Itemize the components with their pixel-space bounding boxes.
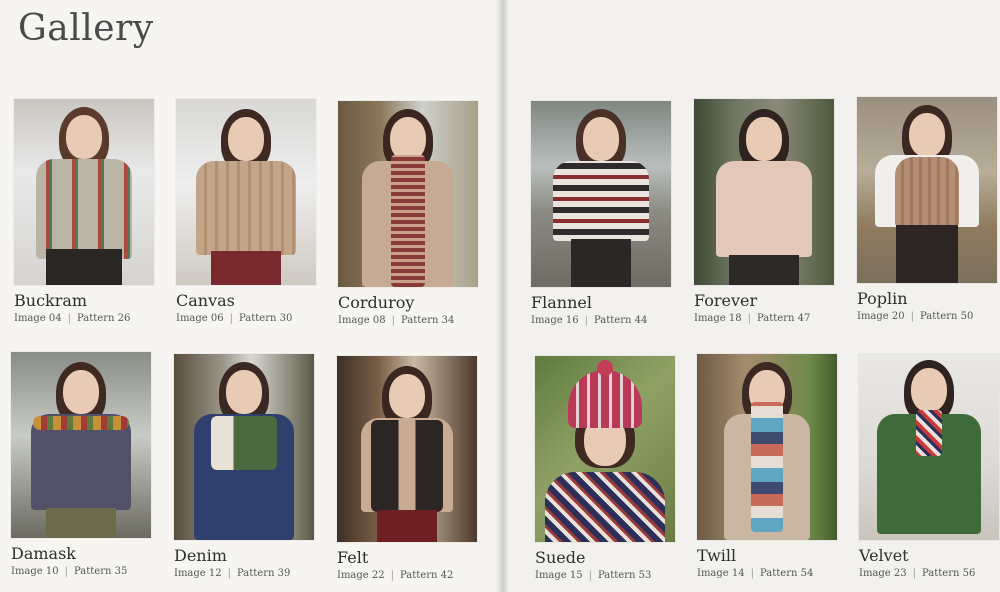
- separator: |: [64, 566, 68, 577]
- separator: |: [67, 313, 71, 324]
- gallery-photo[interactable]: [14, 99, 154, 285]
- separator: |: [747, 313, 751, 324]
- pattern-number: Pattern 42: [400, 570, 454, 581]
- pattern-meta: Image 16 | Pattern 44: [531, 315, 671, 326]
- pattern-number: Pattern 53: [598, 570, 652, 581]
- image-number: Image 16: [531, 315, 579, 326]
- gallery-card-buckram[interactable]: Buckram Image 04 | Pattern 26: [14, 99, 154, 324]
- gallery-card-velvet[interactable]: Velvet Image 23 | Pattern 56: [859, 354, 999, 579]
- separator: |: [588, 570, 592, 581]
- pattern-number: Pattern 30: [239, 313, 293, 324]
- pattern-number: Pattern 39: [237, 568, 291, 579]
- separator: |: [227, 568, 231, 579]
- gallery-card-canvas[interactable]: Canvas Image 06 | Pattern 30: [176, 99, 316, 324]
- pattern-number: Pattern 47: [757, 313, 811, 324]
- pattern-name: Canvas: [176, 291, 235, 310]
- image-number: Image 20: [857, 311, 905, 322]
- pattern-number: Pattern 44: [594, 315, 648, 326]
- separator: |: [750, 568, 754, 579]
- image-number: Image 08: [338, 315, 386, 326]
- separator: |: [391, 315, 395, 326]
- gallery-card-twill[interactable]: Twill Image 14 | Pattern 54: [697, 354, 837, 579]
- gallery-card-suede[interactable]: Suede Image 15 | Pattern 53: [535, 356, 675, 581]
- separator: |: [910, 311, 914, 322]
- gallery-photo[interactable]: [694, 99, 834, 285]
- image-number: Image 12: [174, 568, 222, 579]
- pattern-number: Pattern 56: [922, 568, 976, 579]
- pattern-name: Buckram: [14, 291, 88, 310]
- pattern-meta: Image 22 | Pattern 42: [337, 570, 477, 581]
- image-number: Image 18: [694, 313, 742, 324]
- gallery-card-poplin[interactable]: Poplin Image 20 | Pattern 50: [857, 97, 997, 322]
- pattern-meta: Image 23 | Pattern 56: [859, 568, 999, 579]
- gallery-card-denim[interactable]: Denim Image 12 | Pattern 39: [174, 354, 314, 579]
- pattern-meta: Image 08 | Pattern 34: [338, 315, 478, 326]
- pattern-meta: Image 04 | Pattern 26: [14, 313, 154, 324]
- gallery-photo[interactable]: [11, 352, 151, 538]
- pattern-name: Flannel: [531, 293, 592, 312]
- gallery-photo[interactable]: [531, 101, 671, 287]
- pattern-meta: Image 15 | Pattern 53: [535, 570, 675, 581]
- image-number: Image 10: [11, 566, 59, 577]
- gallery-card-damask[interactable]: Damask Image 10 | Pattern 35: [11, 352, 151, 577]
- gallery-photo[interactable]: [174, 354, 314, 540]
- pattern-name: Corduroy: [338, 293, 415, 312]
- gallery-card-corduroy[interactable]: Corduroy Image 08 | Pattern 34: [338, 101, 478, 326]
- pattern-number: Pattern 54: [760, 568, 814, 579]
- pattern-name: Suede: [535, 548, 586, 567]
- gallery-card-flannel[interactable]: Flannel Image 16 | Pattern 44: [531, 101, 671, 326]
- gallery-card-felt[interactable]: Felt Image 22 | Pattern 42: [337, 356, 477, 581]
- separator: |: [390, 570, 394, 581]
- gallery-photo[interactable]: [697, 354, 837, 540]
- separator: |: [584, 315, 588, 326]
- image-number: Image 22: [337, 570, 385, 581]
- image-number: Image 06: [176, 313, 224, 324]
- separator: |: [912, 568, 916, 579]
- pattern-meta: Image 14 | Pattern 54: [697, 568, 837, 579]
- gallery-photo[interactable]: [338, 101, 478, 287]
- image-number: Image 14: [697, 568, 745, 579]
- gallery-photo[interactable]: [176, 99, 316, 285]
- gallery-photo[interactable]: [857, 97, 997, 283]
- image-number: Image 23: [859, 568, 907, 579]
- pattern-name: Felt: [337, 548, 369, 567]
- pattern-name: Poplin: [857, 289, 908, 308]
- pattern-meta: Image 20 | Pattern 50: [857, 311, 997, 322]
- pattern-number: Pattern 34: [401, 315, 455, 326]
- pattern-name: Denim: [174, 546, 227, 565]
- page-title: Gallery: [18, 8, 154, 49]
- pattern-name: Damask: [11, 544, 76, 563]
- image-number: Image 15: [535, 570, 583, 581]
- pattern-meta: Image 18 | Pattern 47: [694, 313, 834, 324]
- image-number: Image 04: [14, 313, 62, 324]
- pattern-meta: Image 06 | Pattern 30: [176, 313, 316, 324]
- gallery-card-forever[interactable]: Forever Image 18 | Pattern 47: [694, 99, 834, 324]
- gallery-photo[interactable]: [337, 356, 477, 542]
- pattern-name: Velvet: [859, 546, 909, 565]
- pattern-meta: Image 12 | Pattern 39: [174, 568, 314, 579]
- pattern-number: Pattern 26: [77, 313, 131, 324]
- pattern-number: Pattern 50: [920, 311, 974, 322]
- gallery-photo[interactable]: [859, 354, 999, 540]
- pattern-number: Pattern 35: [74, 566, 128, 577]
- pattern-name: Twill: [697, 546, 737, 565]
- separator: |: [229, 313, 233, 324]
- gallery-photo[interactable]: [535, 356, 675, 542]
- pattern-name: Forever: [694, 291, 758, 310]
- pattern-meta: Image 10 | Pattern 35: [11, 566, 151, 577]
